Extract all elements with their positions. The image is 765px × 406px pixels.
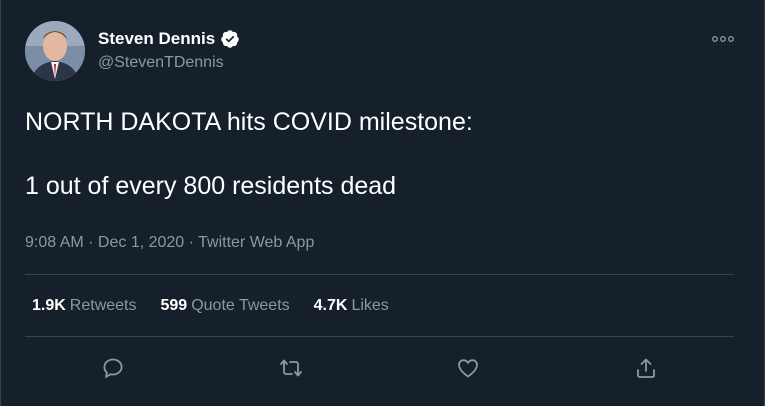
quote-tweets-label: Quote Tweets bbox=[191, 297, 290, 314]
meta-separator: · bbox=[184, 234, 199, 251]
heart-icon bbox=[458, 359, 478, 378]
quote-tweets-count: 599 bbox=[160, 297, 188, 314]
display-name[interactable]: Steven Dennis bbox=[98, 29, 215, 49]
likes-label: Likes bbox=[351, 297, 389, 314]
divider bbox=[25, 336, 734, 337]
share-button[interactable] bbox=[632, 354, 660, 382]
tweet-stats: 1.9K Retweets 599 Quote Tweets 4.7K Likes bbox=[32, 297, 389, 315]
likes-count: 4.7K bbox=[313, 297, 348, 314]
retweets-count: 1.9K bbox=[32, 297, 66, 314]
avatar-photo bbox=[25, 21, 85, 81]
tweet-time[interactable]: 9:08 AM bbox=[25, 234, 84, 251]
quote-tweets-stat[interactable]: 599 Quote Tweets bbox=[161, 297, 290, 315]
retweets-stat[interactable]: 1.9K Retweets bbox=[32, 297, 137, 315]
avatar[interactable] bbox=[25, 21, 85, 81]
tweet-date[interactable]: Dec 1, 2020 bbox=[98, 234, 184, 251]
author-name-row[interactable]: Steven Dennis bbox=[98, 29, 240, 49]
tweet-text: NORTH DAKOTA hits COVID milestone: 1 out… bbox=[25, 106, 725, 202]
tweet-text-spacer bbox=[25, 138, 725, 170]
author-handle[interactable]: @StevenTDennis bbox=[98, 54, 224, 72]
share-icon bbox=[637, 358, 655, 378]
retweet-button[interactable] bbox=[277, 354, 305, 382]
retweets-label: Retweets bbox=[69, 297, 137, 314]
reply-button[interactable] bbox=[99, 354, 127, 382]
like-button[interactable] bbox=[454, 354, 482, 382]
retweet-icon bbox=[280, 359, 302, 377]
tweet-card: Steven Dennis @StevenTDennis NORTH DAKOT… bbox=[0, 0, 765, 406]
likes-stat[interactable]: 4.7K Likes bbox=[314, 297, 389, 315]
verified-badge-icon bbox=[221, 30, 239, 48]
meta-separator: · bbox=[83, 234, 98, 251]
tweet-meta: 9:08 AM · Dec 1, 2020 · Twitter Web App bbox=[25, 234, 314, 252]
tweet-text-line-1: NORTH DAKOTA hits COVID milestone: bbox=[25, 108, 473, 136]
tweet-text-line-2: 1 out of every 800 residents dead bbox=[25, 172, 397, 200]
reply-icon bbox=[103, 358, 123, 378]
divider bbox=[25, 274, 734, 275]
tweet-source[interactable]: Twitter Web App bbox=[198, 234, 314, 251]
more-options-icon[interactable] bbox=[712, 34, 734, 44]
